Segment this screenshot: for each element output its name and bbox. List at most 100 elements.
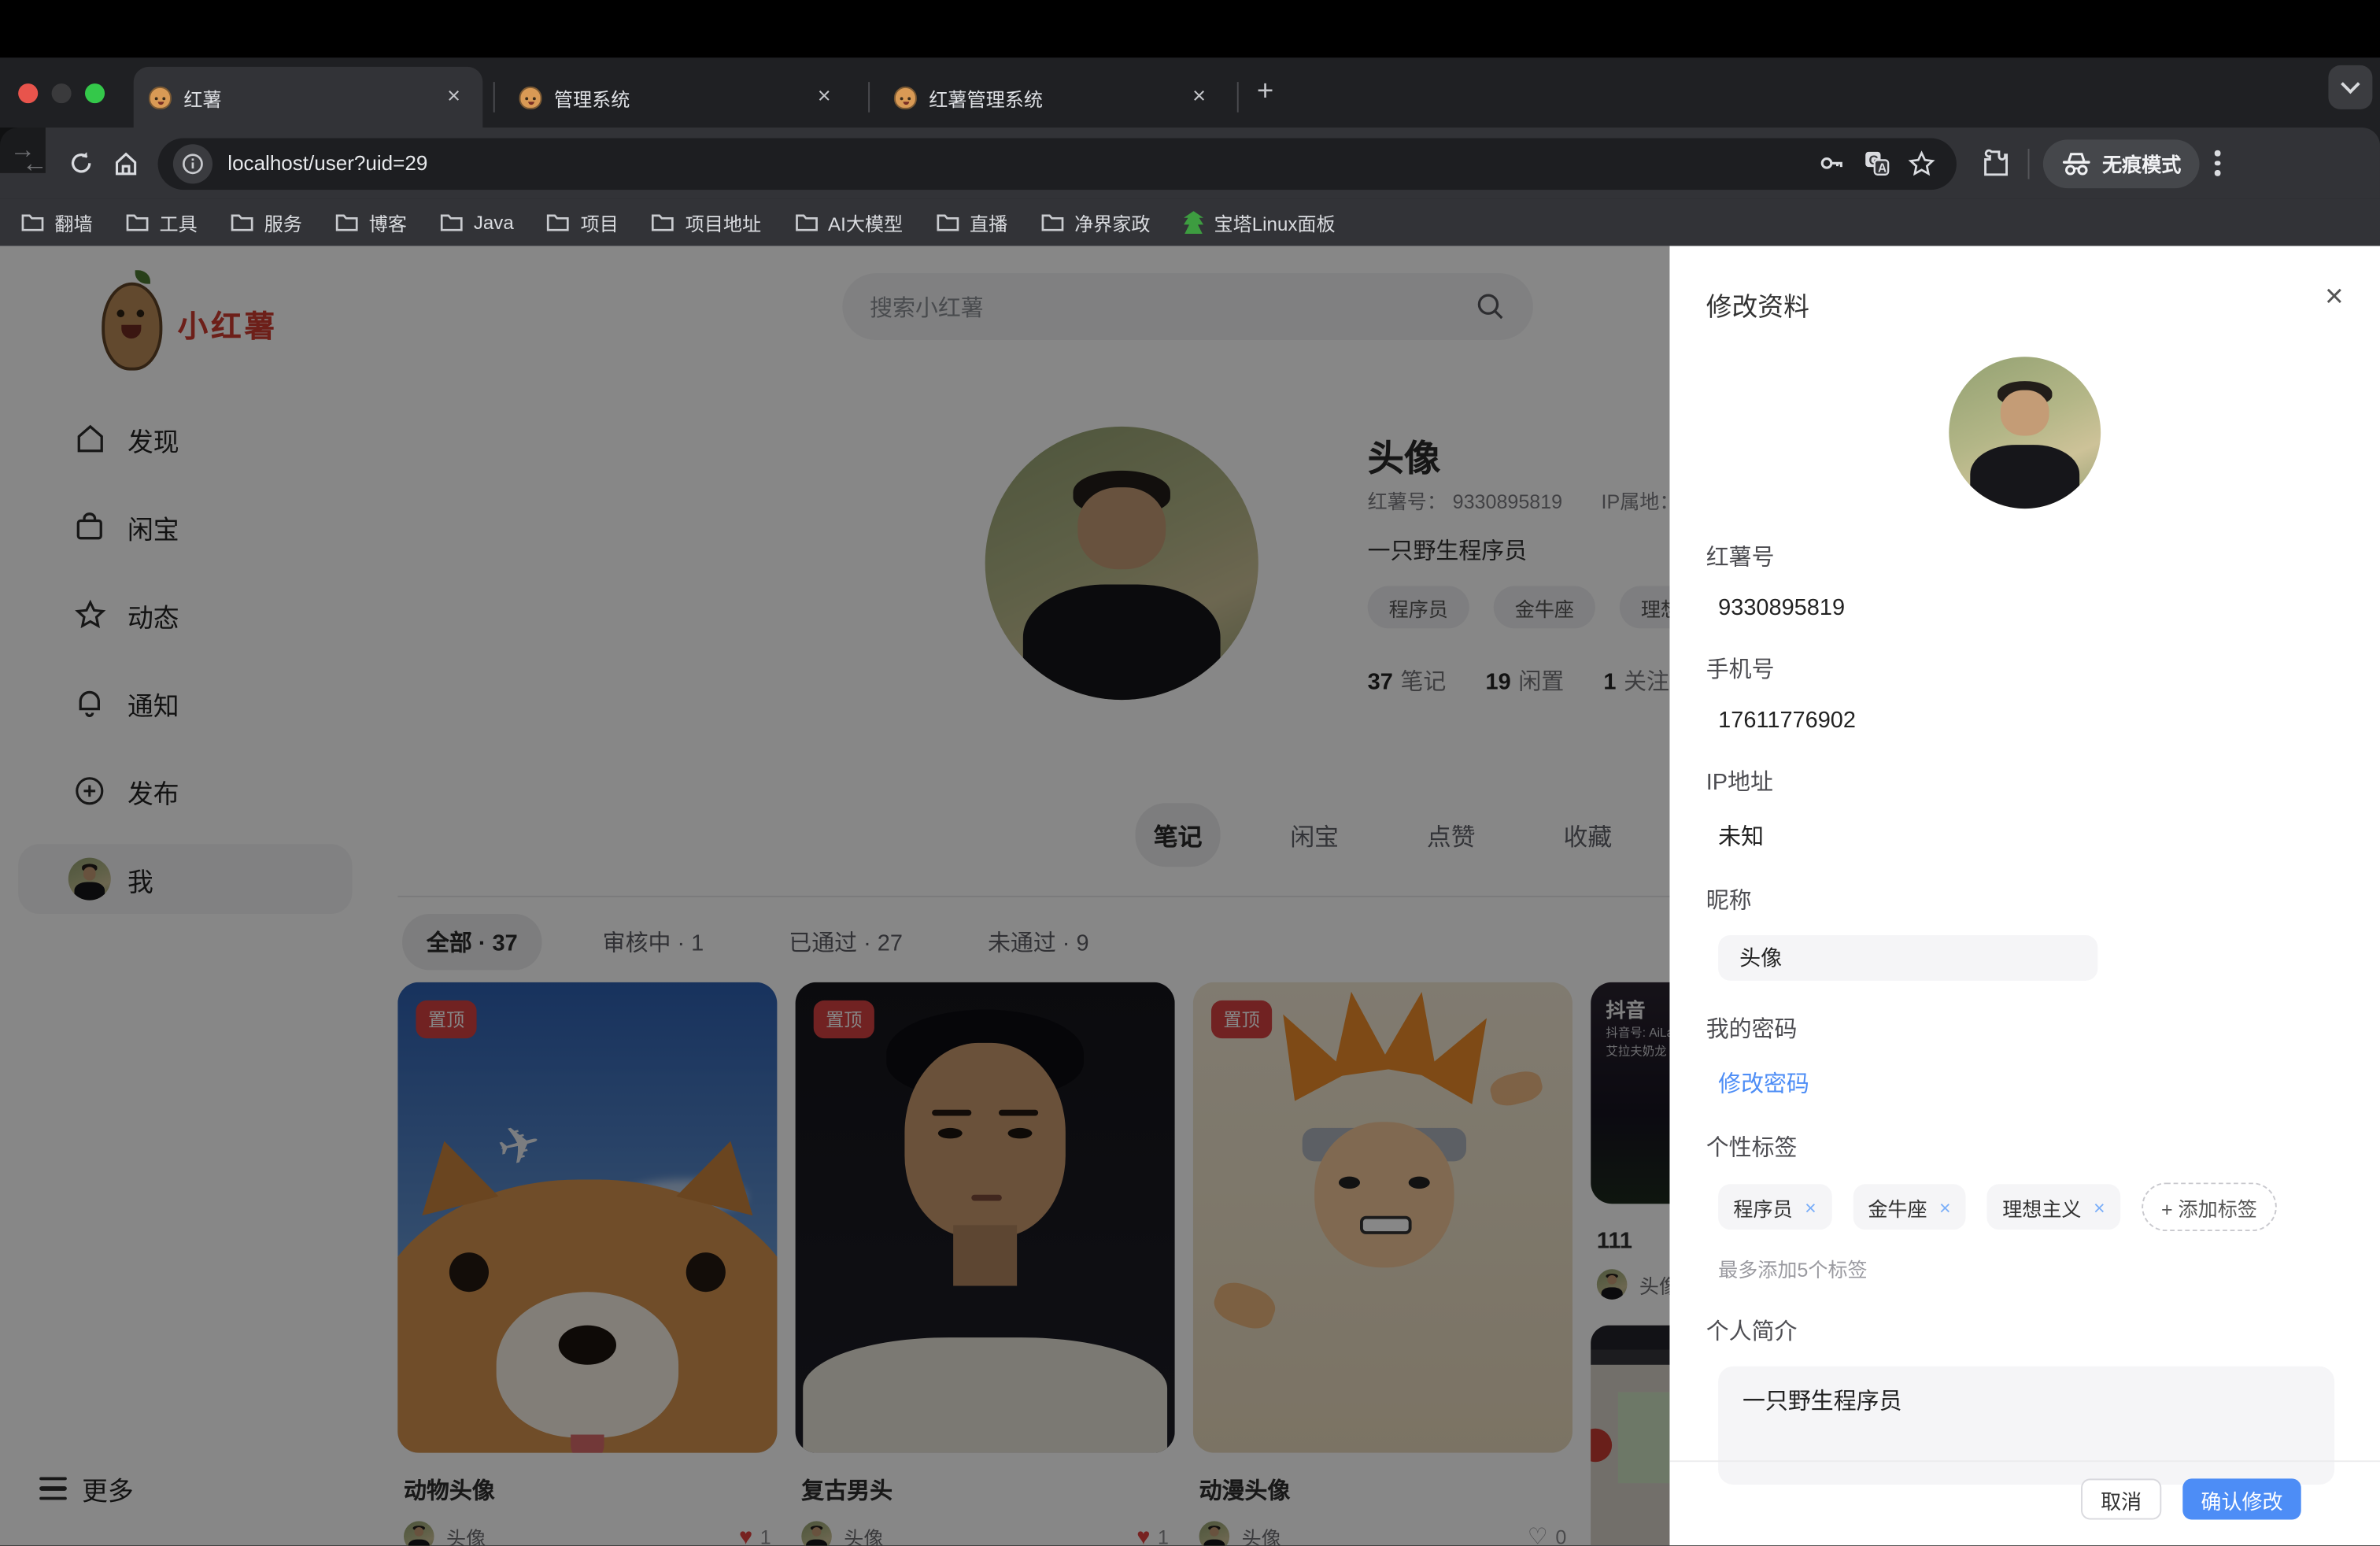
minimize-window-button[interactable] bbox=[52, 83, 72, 103]
tab-search-button[interactable] bbox=[2328, 65, 2372, 109]
incognito-badge[interactable]: 无痕模式 bbox=[2043, 139, 2200, 187]
pinned-badge: 置顶 bbox=[416, 1000, 476, 1038]
password-key-icon[interactable] bbox=[1811, 143, 1850, 183]
tab-notes[interactable]: 笔记 bbox=[1136, 803, 1221, 867]
filter-reviewing[interactable]: 审核中 · 1 bbox=[578, 914, 728, 970]
profile-ip-label: IP属地： bbox=[1602, 490, 1680, 513]
tab-close-icon[interactable]: × bbox=[440, 83, 468, 111]
tab-3[interactable]: 红薯管理系统 × bbox=[879, 67, 1229, 128]
bookmark-folder[interactable]: AI大模型 bbox=[795, 208, 904, 237]
tab-market[interactable]: 闲宝 bbox=[1272, 803, 1357, 867]
bookmark-folder[interactable]: 项目地址 bbox=[652, 208, 761, 237]
tab-likes[interactable]: 点赞 bbox=[1409, 803, 1494, 867]
tag-chip[interactable]: 程序员× bbox=[1718, 1184, 1831, 1230]
remove-tag-icon[interactable]: × bbox=[1939, 1196, 1951, 1219]
cancel-button[interactable]: 取消 bbox=[2081, 1478, 2161, 1519]
note-image-retro-man[interactable]: 置顶 bbox=[796, 982, 1175, 1453]
heart-outline-icon[interactable]: ♡ bbox=[1528, 1522, 1548, 1545]
author-avatar[interactable] bbox=[1199, 1521, 1230, 1545]
sidebar-item-market[interactable]: 闲宝 bbox=[18, 492, 352, 562]
author-avatar[interactable] bbox=[1597, 1269, 1628, 1300]
like-count: 1 bbox=[1158, 1525, 1169, 1545]
author-avatar[interactable] bbox=[801, 1521, 832, 1545]
home-button[interactable] bbox=[103, 140, 149, 186]
heart-icon[interactable]: ♥ bbox=[739, 1523, 752, 1545]
author-name[interactable]: 头像 bbox=[844, 1522, 1136, 1545]
search-icon[interactable] bbox=[1476, 291, 1506, 322]
bookmark-star-icon[interactable] bbox=[1901, 143, 1941, 183]
stat-value: 37 bbox=[1368, 669, 1393, 695]
confirm-button[interactable]: 确认修改 bbox=[2182, 1478, 2301, 1519]
bookmark-folder[interactable]: 翻墙 bbox=[21, 208, 93, 237]
author-name[interactable]: 头像 bbox=[446, 1522, 739, 1545]
note-image-dog[interactable]: ✈ 置顶 bbox=[397, 982, 777, 1453]
profile-tag: 金牛座 bbox=[1494, 586, 1595, 628]
extensions-puzzle-icon[interactable] bbox=[1975, 143, 2014, 183]
search-input[interactable]: 搜索小红薯 bbox=[842, 273, 1532, 340]
filter-rejected[interactable]: 未通过 · 9 bbox=[963, 914, 1113, 970]
reload-button[interactable] bbox=[57, 140, 103, 186]
folder-icon bbox=[795, 213, 818, 232]
nickname-input[interactable]: 头像 bbox=[1718, 935, 2097, 981]
note-image-anime[interactable]: 置顶 bbox=[1193, 982, 1572, 1453]
note-card[interactable]: ✈ 置顶 动物头像 头像 ♥ 1 bbox=[397, 982, 777, 1545]
remove-tag-icon[interactable]: × bbox=[2094, 1196, 2105, 1219]
modal-avatar[interactable] bbox=[1949, 357, 2101, 509]
bookmark-folder[interactable]: 净界家政 bbox=[1041, 208, 1151, 237]
close-window-button[interactable] bbox=[18, 83, 38, 103]
filter-approved[interactable]: 已通过 · 27 bbox=[764, 914, 926, 970]
profile-avatar[interactable] bbox=[985, 427, 1258, 700]
change-password-link[interactable]: 修改密码 bbox=[1718, 1067, 1809, 1100]
tab-close-icon[interactable]: × bbox=[811, 83, 838, 111]
site-info-icon[interactable] bbox=[173, 143, 213, 183]
sidebar-item-me[interactable]: 我 bbox=[18, 844, 352, 914]
note-footer: 头像 ♥ 1 bbox=[397, 1521, 777, 1545]
zoom-window-button[interactable] bbox=[85, 83, 105, 103]
remove-tag-icon[interactable]: × bbox=[1805, 1196, 1816, 1219]
folder-icon bbox=[652, 213, 674, 232]
folder-icon bbox=[335, 213, 358, 232]
tag-chip[interactable]: 金牛座× bbox=[1853, 1184, 1966, 1230]
user-avatar bbox=[73, 862, 106, 895]
tag-chip[interactable]: 理想主义× bbox=[1987, 1184, 2120, 1230]
folder-icon bbox=[937, 213, 959, 232]
bookmark-folder[interactable]: Java bbox=[440, 212, 513, 233]
note-title[interactable]: 复古男头 bbox=[796, 1474, 1175, 1507]
sidebar-item-discover[interactable]: 发现 bbox=[18, 404, 352, 474]
bell-icon bbox=[73, 686, 106, 719]
bookmark-folder[interactable]: 服务 bbox=[231, 208, 302, 237]
note-card[interactable]: 置顶 动漫头像 头像 ♡ 0 bbox=[1193, 982, 1572, 1545]
address-bar[interactable]: localhost/user?uid=29 GA bbox=[158, 138, 1957, 190]
author-name[interactable]: 头像 bbox=[1242, 1522, 1528, 1545]
brand-logo[interactable]: 小红薯 bbox=[95, 267, 277, 379]
sidebar-item-publish[interactable]: 发布 bbox=[18, 756, 352, 826]
bookmark-folder[interactable]: 项目 bbox=[547, 208, 619, 237]
back-button[interactable]: ← bbox=[12, 140, 57, 186]
sidebar-item-moments[interactable]: 动态 bbox=[18, 580, 352, 650]
bookmark-baota[interactable]: 宝塔Linux面板 bbox=[1184, 208, 1336, 237]
tab-favorites[interactable]: 收藏 bbox=[1545, 803, 1630, 867]
note-title[interactable]: 动物头像 bbox=[397, 1474, 777, 1507]
new-tab-button[interactable]: + bbox=[1257, 79, 1273, 106]
bookmark-folder[interactable]: 直播 bbox=[937, 208, 1008, 237]
note-title[interactable]: 动漫头像 bbox=[1193, 1474, 1572, 1507]
bookmark-folder[interactable]: 博客 bbox=[335, 208, 407, 237]
note-card[interactable]: 置顶 复古男头 头像 ♥ 1 bbox=[796, 982, 1175, 1545]
tab-2[interactable]: 管理系统 × bbox=[504, 67, 853, 128]
filter-all[interactable]: 全部 · 37 bbox=[402, 914, 541, 970]
potato-favicon bbox=[894, 86, 917, 109]
translate-icon[interactable]: GA bbox=[1857, 143, 1896, 183]
tab-1[interactable]: 红薯 × bbox=[134, 67, 483, 128]
bookmark-folder[interactable]: 工具 bbox=[126, 208, 198, 237]
field-label-bio: 个人简介 bbox=[1706, 1315, 2344, 1347]
tab-close-icon[interactable]: × bbox=[1185, 83, 1213, 111]
bookmark-label: 项目 bbox=[581, 208, 619, 237]
add-tag-button[interactable]: + 添加标签 bbox=[2142, 1182, 2277, 1231]
sidebar-more-button[interactable]: 更多 bbox=[39, 1470, 134, 1507]
url-text[interactable]: localhost/user?uid=29 bbox=[227, 152, 1805, 175]
browser-menu-button[interactable] bbox=[2215, 150, 2220, 176]
close-icon[interactable]: × bbox=[2325, 279, 2344, 316]
author-avatar[interactable] bbox=[404, 1521, 434, 1545]
sidebar-item-notifications[interactable]: 通知 bbox=[18, 668, 352, 738]
heart-icon[interactable]: ♥ bbox=[1136, 1523, 1150, 1545]
